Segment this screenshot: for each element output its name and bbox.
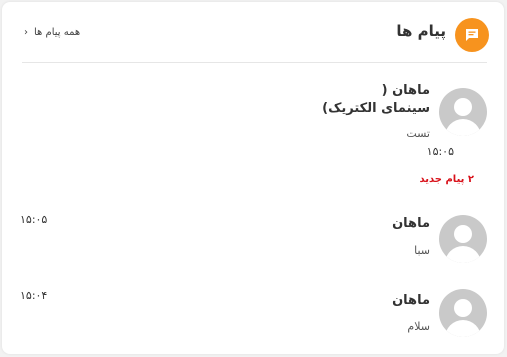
page-title: پیام ها [396,22,446,40]
sender-name: ماهان [392,216,430,231]
message-time: ۱۵:۰۵ [20,213,48,226]
message-time: ۱۵:۰۴ [20,289,48,302]
avatar [439,88,487,136]
see-all-label: همه پیام ها [34,27,81,38]
see-all-messages-link[interactable]: همه پیام ها ‹ [24,27,80,38]
message-icon [455,18,489,52]
card-header: پیام ها همه پیام ها ‹ [2,2,504,62]
message-time: ۱۵:۰۵ [426,145,454,158]
message-preview: سبا [414,244,430,257]
avatar [439,215,487,263]
messages-card: پیام ها همه پیام ها ‹ ماهان ( سینمای الک… [2,2,504,354]
chevron-left-icon: ‹ [24,27,28,38]
new-messages-badge: ۲ پیام جدید [419,174,474,185]
message-preview: تست [406,127,430,140]
avatar [439,289,487,337]
sender-name: ماهان ( سینمای الکتریک) [322,83,430,116]
header-divider [22,62,487,63]
sender-name: ماهان [392,293,430,308]
message-icon-glyph [466,29,478,41]
message-preview: سلام [407,320,430,333]
